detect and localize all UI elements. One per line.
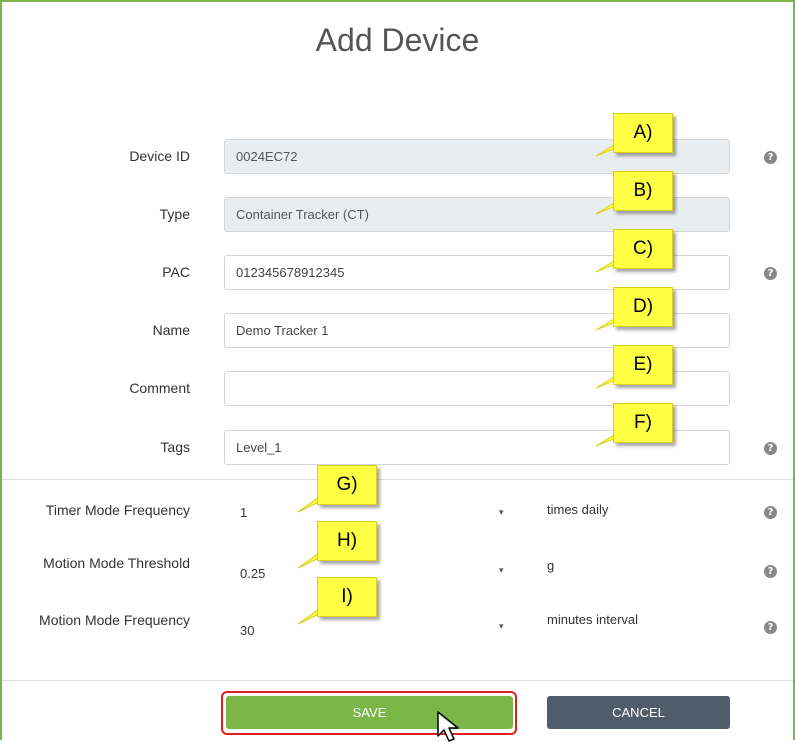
callout-c: C): [613, 229, 673, 269]
callout-b: B): [613, 171, 673, 211]
callout-i: I): [317, 577, 377, 617]
callout-e: E): [613, 345, 673, 385]
callout-f: F): [613, 403, 673, 443]
callout-a: A): [613, 113, 673, 153]
add-device-dialog: Add Device Device ID 0024EC72 ? Type Con…: [0, 0, 795, 742]
callout-g: G): [317, 465, 377, 505]
callout-h: H): [317, 521, 377, 561]
callout-tails: [297, 139, 637, 625]
callout-d: D): [613, 287, 673, 327]
